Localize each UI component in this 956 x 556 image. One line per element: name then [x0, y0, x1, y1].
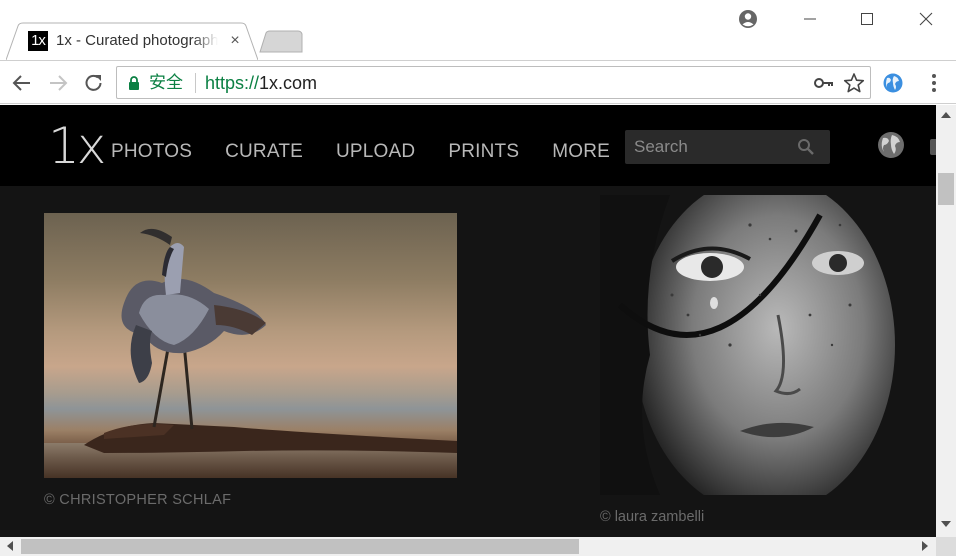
horizontal-scrollbar[interactable] — [0, 537, 936, 556]
search-icon[interactable] — [797, 138, 815, 156]
site-header: 1x PHOTOS CURATE UPLOAD PRINTS MORE — [0, 105, 936, 186]
maximize-icon[interactable] — [852, 6, 882, 32]
nav-more[interactable]: MORE — [552, 141, 610, 163]
minimize-icon[interactable] — [795, 6, 825, 32]
scrollbar-corner — [936, 537, 956, 556]
site-favicon: 1x — [28, 31, 48, 51]
forward-icon[interactable] — [46, 72, 70, 94]
url-scheme: https:// — [205, 73, 260, 93]
portrait-image — [600, 195, 900, 495]
globe-icon[interactable] — [877, 131, 905, 159]
nav-upload[interactable]: UPLOAD — [336, 141, 415, 163]
tab-close-icon[interactable]: × — [226, 31, 244, 51]
nav-prints[interactable]: PRINTS — [448, 141, 519, 163]
photo-heron[interactable] — [44, 213, 457, 478]
url-host: 1x.com — [259, 73, 318, 93]
address-bar[interactable]: 安全 https://1x.com — [116, 66, 871, 99]
site-nav: PHOTOS CURATE UPLOAD PRINTS MORE — [111, 141, 643, 163]
scroll-right-icon[interactable] — [922, 541, 928, 551]
account-icon[interactable] — [737, 8, 759, 30]
tab-title: 1x - Curated photographs — [56, 32, 218, 49]
nav-curate[interactable]: CURATE — [225, 141, 303, 163]
key-icon[interactable] — [813, 74, 835, 92]
vertical-scrollbar[interactable] — [936, 105, 956, 537]
menu-icon[interactable] — [924, 72, 944, 94]
browser-toolbar: 安全 https://1x.com — [0, 60, 956, 104]
search-input[interactable] — [625, 130, 795, 164]
page-viewport: 1x PHOTOS CURATE UPLOAD PRINTS MORE Sear… — [0, 105, 936, 537]
close-window-icon[interactable] — [911, 6, 941, 32]
omnibox-divider — [195, 73, 196, 93]
scroll-left-icon[interactable] — [7, 541, 13, 551]
extension-globe-icon[interactable] — [882, 72, 904, 94]
heron-image — [44, 228, 457, 478]
lock-icon[interactable] — [127, 75, 141, 91]
back-icon[interactable] — [10, 72, 34, 94]
site-logo[interactable]: 1x — [48, 118, 106, 174]
url-text[interactable]: https://1x.com — [205, 73, 317, 93]
new-tab-button[interactable] — [258, 30, 304, 54]
scroll-down-icon[interactable] — [941, 521, 951, 527]
reload-icon[interactable] — [82, 72, 106, 94]
scroll-up-icon[interactable] — [941, 112, 951, 118]
security-label[interactable]: 安全 — [149, 73, 183, 93]
browser-window: 1x 1x - Curated photographs × 安全 https:/… — [0, 0, 956, 556]
nav-photos[interactable]: PHOTOS — [111, 141, 192, 163]
title-bar: 1x 1x - Curated photographs × — [0, 0, 956, 60]
horizontal-scroll-thumb[interactable] — [21, 539, 579, 554]
photo-caption[interactable]: © CHRISTOPHER SCHLAF — [44, 491, 231, 509]
star-icon[interactable] — [843, 72, 865, 94]
vertical-scroll-thumb[interactable] — [938, 173, 954, 205]
site-search-box — [625, 130, 830, 164]
photo-caption[interactable]: © laura zambelli — [600, 508, 704, 526]
photo-portrait[interactable] — [600, 195, 900, 495]
